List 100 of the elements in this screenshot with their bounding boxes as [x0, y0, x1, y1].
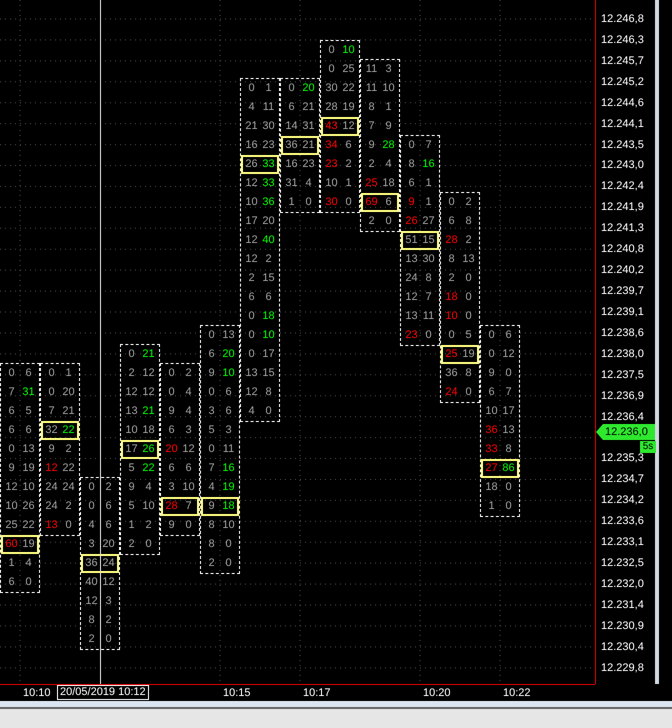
- ask-volume: 8: [464, 215, 473, 228]
- bid-volume: 32: [44, 424, 59, 437]
- bid-volume: 1: [127, 519, 136, 532]
- bid-volume: 6: [7, 405, 16, 418]
- ask-volume: 0: [224, 557, 233, 570]
- ask-volume: 20: [101, 538, 116, 551]
- ask-volume: 2: [464, 196, 473, 209]
- price-label: 12.234,7: [600, 472, 645, 488]
- ask-volume: 19: [341, 101, 356, 114]
- ask-volume: 15: [421, 234, 436, 247]
- ask-volume: 12: [101, 576, 116, 589]
- ask-volume: 0: [424, 329, 433, 342]
- time-label: 10:22: [503, 686, 531, 700]
- ask-volume: 19: [221, 481, 236, 494]
- price-label: 12.233,1: [600, 535, 645, 550]
- bid-volume: 7: [367, 120, 376, 133]
- ask-volume: 2: [464, 234, 473, 247]
- ask-volume: 10: [181, 481, 196, 494]
- time-label: 10:17: [303, 686, 331, 700]
- bid-volume: 12: [84, 595, 99, 608]
- price-label: 12.242,4: [600, 179, 645, 194]
- ask-volume: 17: [501, 405, 516, 418]
- ask-volume: 0: [264, 405, 273, 418]
- bid-volume: 10: [244, 196, 259, 209]
- bid-volume: 0: [87, 481, 96, 494]
- bid-volume: 0: [167, 386, 176, 399]
- bid-volume: 9: [207, 500, 216, 513]
- bid-volume: 24: [44, 500, 59, 513]
- ask-volume: 3: [384, 63, 393, 76]
- bid-volume: 9: [487, 367, 496, 380]
- bid-volume: 24: [404, 272, 419, 285]
- ask-volume: 16: [221, 462, 236, 475]
- bid-volume: 9: [367, 139, 376, 152]
- bid-volume: 0: [7, 367, 16, 380]
- bid-volume: 4: [247, 101, 256, 114]
- ask-volume: 12: [141, 367, 156, 380]
- ask-volume: 8: [264, 386, 273, 399]
- bid-volume: 0: [7, 443, 16, 456]
- price-label: 12.240,8: [600, 242, 645, 258]
- ask-volume: 22: [21, 519, 36, 532]
- ask-volume: 8: [504, 443, 513, 456]
- bid-volume: 9: [167, 519, 176, 532]
- ask-volume: 6: [224, 405, 233, 418]
- ask-volume: 7: [424, 139, 433, 152]
- ask-volume: 2: [64, 500, 73, 513]
- bid-volume: 4: [87, 519, 96, 532]
- bid-volume: 10: [324, 177, 339, 190]
- bid-volume: 6: [407, 177, 416, 190]
- ask-volume: 86: [501, 462, 516, 475]
- bid-volume: 36: [484, 424, 499, 437]
- bid-volume: 5: [207, 424, 216, 437]
- ask-volume: 33: [261, 177, 276, 190]
- ask-volume: 13: [461, 253, 476, 266]
- ask-volume: 1: [344, 177, 353, 190]
- ask-volume: 18: [381, 177, 396, 190]
- ask-volume: 24: [101, 557, 116, 570]
- ask-volume: 7: [504, 386, 513, 399]
- bid-volume: 6: [207, 348, 216, 361]
- ask-volume: 26: [141, 443, 156, 456]
- bid-volume: 10: [484, 405, 499, 418]
- ask-volume: 18: [221, 500, 236, 513]
- bid-volume: 2: [447, 272, 456, 285]
- bid-volume: 8: [447, 253, 456, 266]
- ask-volume: 12: [341, 120, 356, 133]
- ask-volume: 31: [21, 386, 36, 399]
- time-label: 10:10: [23, 686, 51, 700]
- ask-volume: 2: [144, 519, 153, 532]
- ask-volume: 0: [224, 538, 233, 551]
- price-label: 12.239,7: [600, 284, 645, 299]
- price-label: 12.245,2: [600, 74, 645, 90]
- current-price-tag: 12.236,0: [596, 424, 655, 440]
- price-label: 12.233,6: [600, 514, 645, 530]
- bid-volume: 2: [87, 633, 96, 646]
- ask-volume: 22: [61, 424, 76, 437]
- bid-volume: 10: [444, 310, 459, 323]
- bid-volume: 0: [247, 310, 256, 323]
- bid-volume: 31: [284, 177, 299, 190]
- price-label: 12.240,2: [600, 263, 645, 278]
- ask-volume: 10: [141, 500, 156, 513]
- ask-volume: 20: [61, 386, 76, 399]
- bid-volume: 2: [127, 538, 136, 551]
- ask-volume: 40: [261, 234, 276, 247]
- bid-volume: 0: [447, 329, 456, 342]
- price-label: 12.232,0: [600, 576, 645, 592]
- ask-volume: 3: [104, 595, 113, 608]
- bid-volume: 12: [4, 481, 19, 494]
- ask-volume: 0: [464, 272, 473, 285]
- ask-volume: 13: [21, 443, 36, 456]
- bid-volume: 36: [444, 367, 459, 380]
- bid-volume: 5: [127, 500, 136, 513]
- bid-volume: 8: [207, 538, 216, 551]
- ask-volume: 13: [221, 329, 236, 342]
- bid-volume: 13: [404, 253, 419, 266]
- bid-volume: 17: [124, 443, 139, 456]
- bid-volume: 0: [47, 386, 56, 399]
- bid-volume: 10: [124, 424, 139, 437]
- price-label: 12.229,8: [600, 660, 645, 676]
- bid-volume: 6: [7, 424, 16, 437]
- ask-volume: 1: [424, 196, 433, 209]
- ask-volume: 0: [24, 576, 33, 589]
